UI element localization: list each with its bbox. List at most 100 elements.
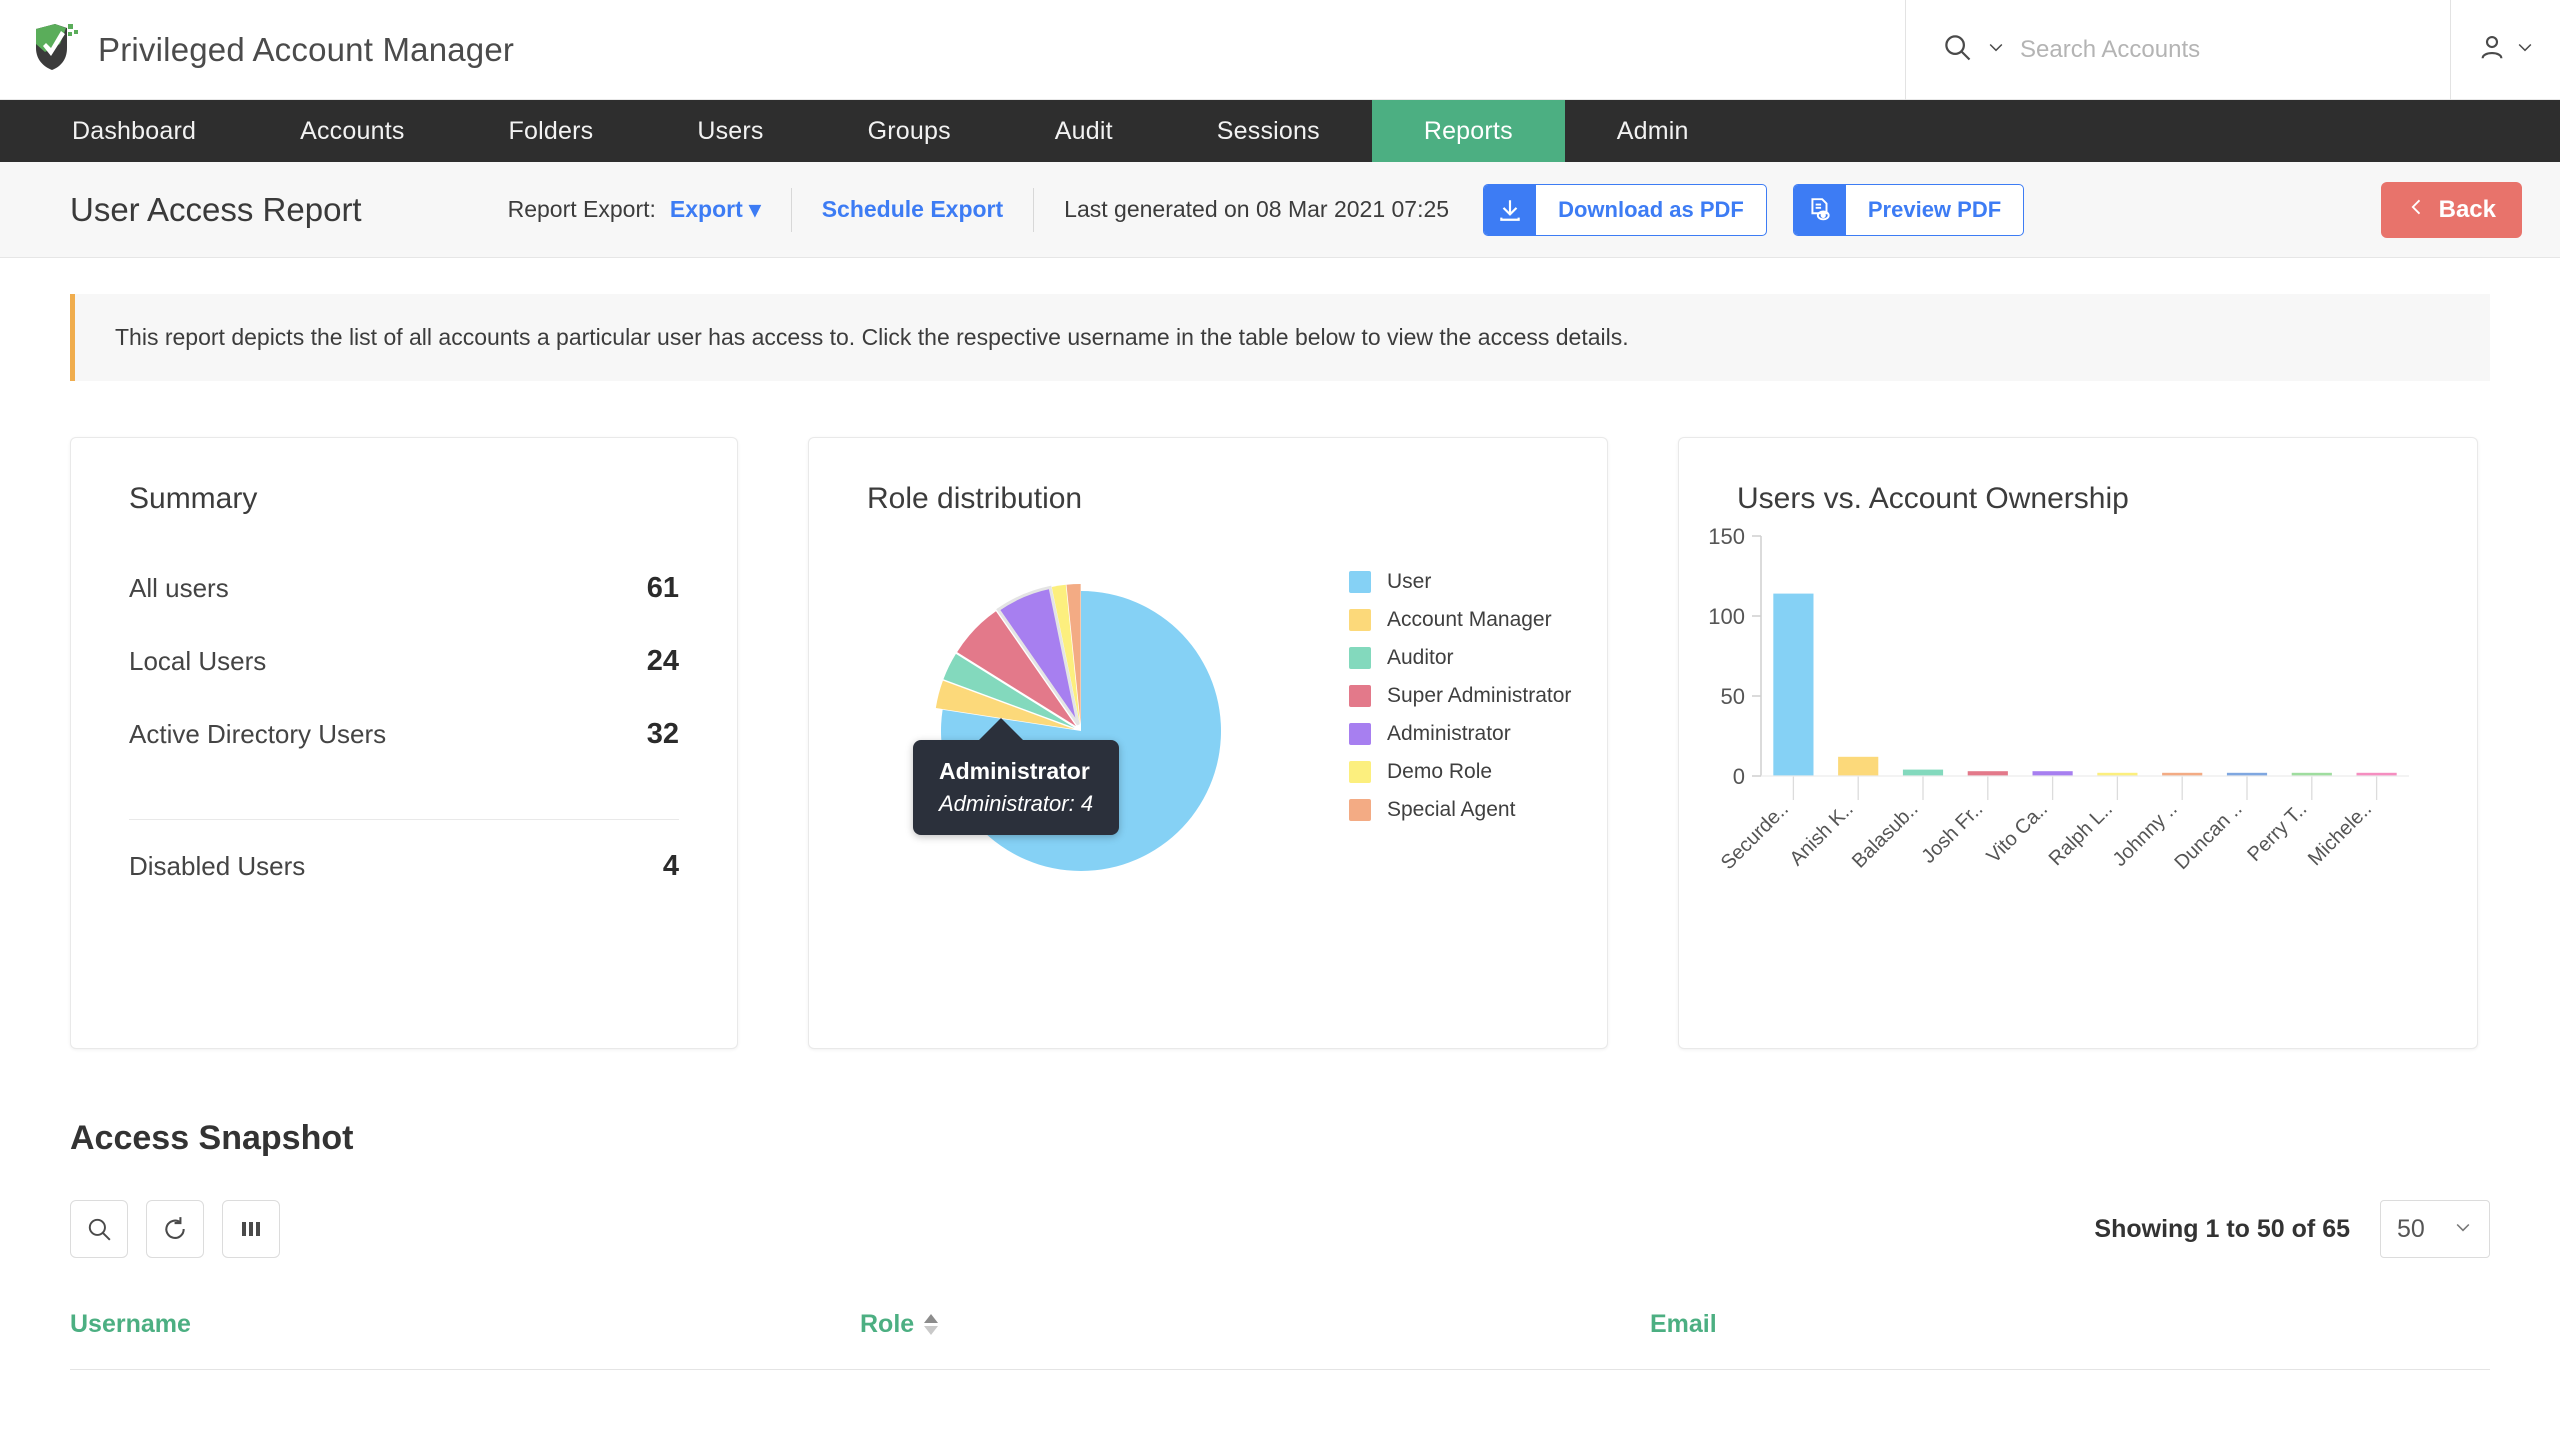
last-generated-text: Last generated on 08 Mar 2021 07:25 bbox=[1064, 196, 1450, 222]
nav-item-accounts[interactable]: Accounts bbox=[248, 100, 456, 162]
sort-arrows-icon[interactable] bbox=[924, 1314, 939, 1335]
legend-label: Administrator bbox=[1387, 722, 1511, 745]
summary-title: Summary bbox=[129, 482, 258, 515]
nav-item-label: Dashboard bbox=[72, 116, 197, 145]
refresh-button[interactable] bbox=[146, 1200, 204, 1258]
legend-swatch-icon bbox=[1349, 761, 1371, 783]
shield-check-icon bbox=[32, 22, 78, 77]
nav-item-dashboard[interactable]: Dashboard bbox=[20, 100, 248, 162]
nav-item-admin[interactable]: Admin bbox=[1565, 100, 1741, 162]
tooltip-arrow bbox=[977, 718, 1025, 742]
download-pdf-label: Download as PDF bbox=[1558, 196, 1744, 222]
preview-pdf-button[interactable]: Preview PDF bbox=[1792, 183, 2025, 236]
report-toolbar: User Access Report Report Export: Export… bbox=[0, 162, 2560, 258]
y-tick-label: 100 bbox=[1708, 604, 1745, 629]
nav-item-label: Audit bbox=[1054, 116, 1113, 145]
x-tick-label: Vito Ca.. bbox=[1983, 798, 2053, 868]
legend-item[interactable]: Auditor bbox=[1349, 646, 1571, 670]
nav-item-sessions[interactable]: Sessions bbox=[1165, 100, 1372, 162]
export-label: Export bbox=[669, 196, 743, 222]
legend-label: Account Manager bbox=[1387, 608, 1552, 631]
role-distribution-title: Role distribution bbox=[867, 482, 1083, 515]
legend-swatch-icon bbox=[1349, 609, 1371, 631]
bar[interactable] bbox=[1838, 756, 1879, 776]
download-pdf-button[interactable]: Download as PDF bbox=[1483, 183, 1767, 236]
summary-row: Active Directory Users 32 bbox=[129, 698, 679, 771]
x-tick-label: Josh Fr.. bbox=[1918, 798, 1988, 868]
legend-item[interactable]: Demo Role bbox=[1349, 760, 1571, 784]
legend-swatch-icon bbox=[1349, 685, 1371, 707]
legend-item[interactable]: Administrator bbox=[1349, 722, 1571, 746]
legend-item[interactable]: Super Administrator bbox=[1349, 684, 1571, 708]
y-tick-label: 0 bbox=[1733, 764, 1745, 789]
legend-label: User bbox=[1387, 570, 1432, 593]
bar[interactable] bbox=[1773, 593, 1814, 776]
column-header-role[interactable]: Role bbox=[860, 1310, 1650, 1339]
ownership-bar-chart[interactable]: 0 50 100 150 Securde..Anish K..Balasub..Josh… bbox=[1679, 516, 2439, 916]
pie-tooltip: Administrator Administrator: 4 bbox=[913, 718, 1120, 835]
search-box[interactable]: Search Accounts bbox=[1905, 0, 2450, 100]
search-input[interactable]: Search Accounts bbox=[2020, 36, 2200, 64]
user-menu[interactable] bbox=[2450, 0, 2560, 100]
nav-item-label: Folders bbox=[508, 116, 594, 145]
nav-item-label: Admin bbox=[1616, 116, 1689, 145]
main-navigation: Dashboard Accounts Folders Users Groups Audit… bbox=[0, 100, 2560, 162]
preview-pdf-label: Preview PDF bbox=[1867, 196, 2002, 222]
legend-item[interactable]: Account Manager bbox=[1349, 608, 1571, 632]
legend-swatch-icon bbox=[1349, 647, 1371, 669]
table-header-row: Username Role Email bbox=[70, 1310, 2490, 1370]
legend-item[interactable]: User bbox=[1349, 570, 1571, 594]
role-distribution-card: Role distribution Administrator Administ… bbox=[808, 437, 1608, 1049]
nav-item-folders[interactable]: Folders bbox=[457, 100, 646, 162]
user-icon[interactable] bbox=[2477, 32, 2507, 67]
nav-item-reports[interactable]: Reports bbox=[1371, 100, 1565, 162]
bar[interactable] bbox=[2032, 771, 2073, 776]
app-title: Privileged Account Manager bbox=[98, 30, 515, 68]
summary-divider bbox=[129, 819, 679, 820]
role-distribution-pie[interactable] bbox=[859, 526, 1299, 926]
nav-item-audit[interactable]: Audit bbox=[1003, 100, 1165, 162]
chevron-down-icon[interactable] bbox=[1986, 37, 2006, 62]
x-tick-label: Balasub.. bbox=[1848, 798, 1923, 873]
tooltip-title: Administrator bbox=[939, 758, 1090, 784]
table-toolbar: Showing 1 to 50 of 65 50 bbox=[70, 1200, 2490, 1258]
summary-row-value: 61 bbox=[646, 572, 679, 604]
column-header-username[interactable]: Username bbox=[70, 1310, 860, 1339]
nav-item-label: Accounts bbox=[300, 116, 405, 145]
page-size-select[interactable]: 50 bbox=[2380, 1200, 2490, 1258]
back-button[interactable]: Back bbox=[2380, 181, 2522, 238]
pie-wrap: Administrator Administrator: 4 User Accou… bbox=[809, 516, 1607, 926]
search-button[interactable] bbox=[70, 1200, 128, 1258]
legend-swatch-icon bbox=[1349, 799, 1371, 821]
summary-row-label: Active Directory Users bbox=[129, 719, 387, 749]
info-banner-text: This report depicts the list of all acco… bbox=[115, 324, 1629, 350]
export-dropdown[interactable]: Export ▾ bbox=[670, 196, 761, 223]
columns-button[interactable] bbox=[222, 1200, 280, 1258]
schedule-export-link[interactable]: Schedule Export bbox=[822, 196, 1003, 223]
pie-holder: Administrator Administrator: 4 bbox=[809, 526, 1349, 926]
summary-row: Disabled Users 4 bbox=[129, 830, 679, 903]
x-tick-label: Perry T.. bbox=[2243, 798, 2311, 866]
back-label: Back bbox=[2438, 195, 2496, 223]
nav-item-groups[interactable]: Groups bbox=[816, 100, 1003, 162]
nav-item-users[interactable]: Users bbox=[645, 100, 815, 162]
search-icon[interactable] bbox=[1942, 32, 1972, 67]
showing-text: Showing 1 to 50 of 65 bbox=[2094, 1214, 2350, 1243]
pagination: Showing 1 to 50 of 65 50 bbox=[2094, 1200, 2490, 1258]
download-icon bbox=[1484, 184, 1537, 235]
chevron-down-icon bbox=[2453, 1215, 2473, 1244]
bar[interactable] bbox=[1902, 769, 1944, 776]
bar[interactable] bbox=[1967, 771, 2008, 776]
access-snapshot-title: Access Snapshot bbox=[70, 1119, 354, 1157]
report-export-label: Report Export: bbox=[507, 196, 656, 222]
legend-item[interactable]: Special Agent bbox=[1349, 798, 1571, 822]
chevron-down-icon[interactable] bbox=[2515, 37, 2535, 62]
summary-card: Summary All users 61 Local Users 24 Active D… bbox=[70, 437, 738, 1049]
x-tick-label: Securde.. bbox=[1717, 798, 1793, 874]
cards-row: Summary All users 61 Local Users 24 Active D… bbox=[70, 437, 2490, 1049]
divider bbox=[790, 187, 792, 232]
column-header-email[interactable]: Email bbox=[1650, 1310, 1717, 1339]
ownership-bars: 0 50 100 150 Securde.. Anish K.. Balasub.. Josh… bbox=[1679, 516, 2477, 921]
legend-swatch-icon bbox=[1349, 723, 1371, 745]
column-header-role-label: Role bbox=[860, 1310, 915, 1338]
